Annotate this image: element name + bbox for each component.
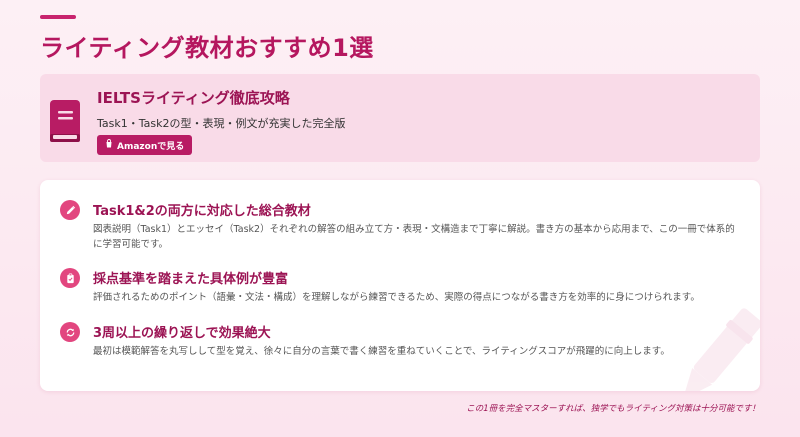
title-accent-bar [40,15,76,19]
book-subtitle: Task1・Task2の型・表現・例文が充実した完全版 [97,117,346,130]
repeat-icon [60,322,80,342]
feature-title: Task1&2の両方に対応した総合教材 [93,204,311,219]
footer-note: この1冊を完全マスターすれば、独学でもライティング対策は十分可能です！ [466,404,760,414]
clipboard-icon [60,268,80,288]
amazon-button-label: Amazonで見る [117,141,185,152]
feature-description: 最初は模範解答を丸写しして型を覚え、徐々に自分の言葉で書く練習を重ねていくことで… [93,346,670,357]
feature-title: 採点基準を踏まえた具体例が豊富 [93,272,289,287]
book-icon [50,100,80,142]
amazon-button[interactable]: Amazonで見る [97,135,193,155]
page-title: ライティング教材おすすめ1選 [40,34,374,62]
pen-decoration-icon [682,308,760,391]
feature-description: 図表説明（Task1）とエッセイ（Task2）それぞれの解答の組み立て方・表現・… [93,224,735,250]
amazon-icon [105,139,113,151]
feature-title: 3周以上の繰り返しで効果絶大 [93,326,271,341]
book-card: IELTSライティング徹底攻略 Task1・Task2の型・表現・例文が充実した… [40,74,760,162]
features-card: Task1&2の両方に対応した総合教材 図表説明（Task1）とエッセイ（Tas… [40,180,760,391]
book-title: IELTSライティング徹底攻略 [97,89,290,107]
pencil-icon [60,200,80,220]
feature-description: 評価されるためのポイント（語彙・文法・構成）を理解しながら練習できるため、実際の… [93,292,700,303]
